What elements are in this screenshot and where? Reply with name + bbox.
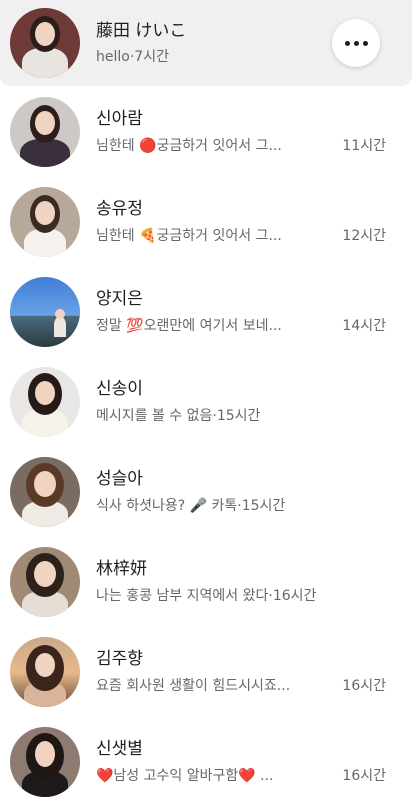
conversation-preview: 나는 홍콩 남부 지역에서 왔다·16시간: [96, 588, 317, 604]
avatar: [10, 8, 80, 78]
conversation-name: 양지은: [96, 289, 143, 309]
conversation-row[interactable]: 송유정 님한테 🍕궁금하거 잇어서 그... 12시간: [0, 177, 412, 267]
avatar: [10, 367, 80, 437]
avatar: [10, 277, 80, 347]
more-dots-icon: [344, 40, 350, 46]
conversation-name: 신송이: [96, 379, 143, 399]
avatar: [10, 727, 80, 797]
conversation-time: 14시간: [342, 318, 386, 334]
conversation-time: 12시간: [342, 228, 386, 244]
conversation-row[interactable]: 성슬아 식사 하셧나용? 🎤 카톡·15시간: [0, 447, 412, 537]
more-options-button[interactable]: [332, 19, 380, 67]
conversation-name: 신아람: [96, 109, 143, 129]
conversation-row[interactable]: 김주향 요즘 회사원 생활이 힘드시시죠... 16시간: [0, 627, 412, 717]
conversation-time: 11시간: [342, 138, 386, 154]
conversation-preview: 님한테 🍕궁금하거 잇어서 그...: [96, 228, 282, 244]
conversation-name: 林梓妍: [96, 559, 147, 579]
conversation-row[interactable]: 양지은 정말 💯오랜만에 여기서 보네... 14시간: [0, 267, 412, 357]
conversation-name: 송유정: [96, 199, 143, 219]
avatar: [10, 637, 80, 707]
conversation-row[interactable]: 林梓妍 나는 홍콩 남부 지역에서 왔다·16시간: [0, 537, 412, 627]
conversation-preview: 정말 💯오랜만에 여기서 보네...: [96, 318, 282, 334]
conversation-name: 藤田 けいこ: [96, 21, 187, 41]
conversation-time: 16시간: [342, 678, 386, 694]
conversation-preview: ❤️남성 고수익 알바구함❤️ ...: [96, 768, 274, 784]
conversation-preview: 메시지를 볼 수 없음·15시간: [96, 408, 261, 424]
conversation-row[interactable]: 신샛별 ❤️남성 고수익 알바구함❤️ ... 16시간: [0, 717, 412, 803]
conversation-preview: 요즘 회사원 생활이 힘드시시죠...: [96, 678, 291, 694]
avatar: [10, 547, 80, 617]
avatar: [10, 187, 80, 257]
avatar: [10, 97, 80, 167]
conversation-row[interactable]: 신송이 메시지를 볼 수 없음·15시간: [0, 357, 412, 447]
conversation-row[interactable]: 신아람 님한테 🔴궁금하거 잇어서 그... 11시간: [0, 87, 412, 177]
conversation-time: 16시간: [342, 768, 386, 784]
conversation-name: 성슬아: [96, 469, 143, 489]
avatar: [10, 457, 80, 527]
conversation-name: 신샛별: [96, 739, 143, 759]
conversation-row[interactable]: 藤田 けいこ hello·7시간: [0, 0, 412, 86]
conversation-preview: 식사 하셧나용? 🎤 카톡·15시간: [96, 498, 286, 514]
conversation-preview: 님한테 🔴궁금하거 잇어서 그...: [96, 138, 282, 154]
conversation-name: 김주향: [96, 649, 143, 669]
